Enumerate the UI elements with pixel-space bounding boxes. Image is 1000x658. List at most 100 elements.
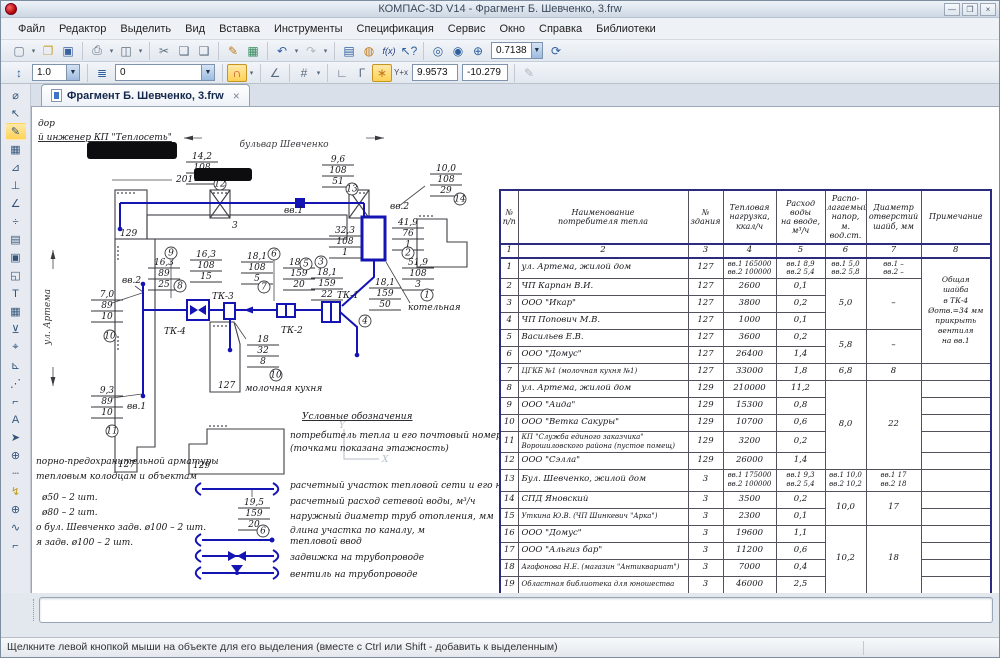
table-cell: 11	[500, 431, 518, 452]
redo-icon[interactable]: ↷	[301, 42, 321, 60]
zoom-in-icon[interactable]: ⊕	[468, 42, 488, 60]
title-bar[interactable]: КОМПАС-3D V14 - Фрагмент Б. Шевченко, 3.…	[1, 1, 999, 18]
layers-icon[interactable]: ≣	[92, 64, 112, 82]
menu-item-3[interactable]: Вид	[178, 21, 212, 37]
resize-doc-icon[interactable]: ↕	[9, 64, 29, 82]
coord-x-field[interactable]: 9.9573	[412, 64, 458, 81]
open-icon[interactable]: ❐	[38, 42, 58, 60]
dropdown-arrow-icon[interactable]: ▾	[314, 69, 323, 77]
tab-close-icon[interactable]: ×	[233, 89, 240, 103]
text-arrow-icon[interactable]: ➤	[6, 429, 26, 446]
ratio-tool-icon[interactable]: ÷	[6, 213, 26, 230]
leader-tool-icon[interactable]: ⋰	[6, 375, 26, 392]
perpendicular-tool-icon[interactable]: ⊥	[6, 177, 26, 194]
perpendicular-icon[interactable]: ∠	[265, 64, 285, 82]
menu-item-5[interactable]: Инструменты	[267, 21, 350, 37]
menu-item-0[interactable]: Файл	[11, 21, 52, 37]
snap-magnet-icon[interactable]: ∩	[227, 64, 247, 82]
dropdown-arrow-icon[interactable]: ▾	[136, 47, 145, 55]
minimize-button[interactable]: —	[944, 3, 960, 16]
datum-tool-icon[interactable]: ⊻	[6, 321, 26, 338]
variables-window-icon[interactable]: ▤	[339, 42, 359, 60]
undo-icon[interactable]: ↶	[272, 42, 292, 60]
quick-pen-icon[interactable]: ✎	[519, 64, 539, 82]
current-layer-combo[interactable]: 0▼	[115, 64, 215, 81]
close-button[interactable]: ×	[980, 3, 996, 16]
save-fragment-icon[interactable]: ▣	[6, 249, 26, 266]
doc-settings-icon[interactable]: ◱	[6, 267, 26, 284]
corner-tool-icon[interactable]: ⌐	[6, 537, 26, 554]
paste-icon[interactable]: ❑	[194, 42, 214, 60]
center-tool-icon[interactable]: ⊕	[6, 501, 26, 518]
sheet-tool-icon[interactable]: ▤	[6, 231, 26, 248]
cut-icon[interactable]: ✂	[154, 42, 174, 60]
zoom-area-icon[interactable]: ◎	[428, 42, 448, 60]
diameter-tool-icon[interactable]: ⌀	[6, 87, 26, 104]
local-csys-icon[interactable]: ∟	[332, 64, 352, 82]
table-cell: Васильев Е.В.	[518, 329, 688, 346]
restore-button[interactable]: ❐	[962, 3, 978, 16]
angle-dimension-icon[interactable]: ⊾	[6, 357, 26, 374]
document-tab[interactable]: Фрагмент Б. Шевченко, 3.frw ×	[41, 84, 250, 106]
menu-item-6[interactable]: Спецификация	[350, 21, 441, 37]
copy-icon[interactable]: ❏	[174, 42, 194, 60]
storey-dot	[431, 215, 433, 217]
dash-style-icon[interactable]: ┄	[6, 465, 26, 482]
angle-tool-icon[interactable]: ∠	[6, 195, 26, 212]
dropdown-arrow-icon[interactable]: ▾	[247, 69, 256, 77]
base-point-icon[interactable]: ⌖	[6, 339, 26, 356]
menu-item-9[interactable]: Справка	[532, 21, 589, 37]
round-coords-icon[interactable]: ∗	[372, 64, 392, 82]
area-tool-icon[interactable]: ⌐	[6, 393, 26, 410]
table-header-cell: Наименование потребителя тепла	[518, 190, 688, 244]
print-icon[interactable]: ⎙	[87, 42, 107, 60]
menu-item-8[interactable]: Окно	[492, 21, 532, 37]
ortho-drawing-icon[interactable]: Г	[352, 64, 372, 82]
fx-icon[interactable]: f(x)	[379, 42, 399, 60]
pointer-tool-icon[interactable]: ↖	[6, 105, 26, 122]
construction-tool-icon[interactable]: ⊿	[6, 159, 26, 176]
menu-item-4[interactable]: Вставка	[212, 21, 267, 37]
rotate-tool-icon[interactable]: ⊕	[6, 447, 26, 464]
toolbar-separator	[149, 42, 150, 60]
highlight-tool-icon[interactable]: ✎	[6, 123, 26, 140]
dropdown-arrow-icon[interactable]: ▾	[107, 47, 116, 55]
dropdown-arrow-icon[interactable]: ▾	[292, 47, 301, 55]
menu-item-7[interactable]: Сервис	[441, 21, 493, 37]
coord-y-field[interactable]: -10.279	[462, 64, 508, 81]
refresh-view-icon[interactable]: ⟳	[546, 42, 566, 60]
property-bar-grip[interactable]	[33, 599, 36, 621]
table-tool-icon[interactable]: ▦	[6, 303, 26, 320]
dropdown-arrow-icon[interactable]: ▾	[29, 47, 38, 55]
zoom-window-icon[interactable]: ◉	[448, 42, 468, 60]
drawing-area[interactable]: 14,2108118129,6108511310,0108291416,3892…	[31, 106, 1000, 593]
text-down-icon[interactable]: A	[6, 411, 26, 428]
line-scale-combo[interactable]: 1.0▼	[32, 64, 80, 81]
menu-item-2[interactable]: Выделить	[113, 21, 178, 37]
combo-dropdown-icon[interactable]: ▼	[531, 43, 542, 58]
table-cell: ул. Артема, жилой дом	[518, 258, 688, 278]
library-manager-icon[interactable]: ◍	[359, 42, 379, 60]
combo-dropdown-icon[interactable]: ▼	[66, 65, 79, 80]
pipe-data-value: 108	[329, 166, 346, 176]
menu-item-1[interactable]: Редактор	[52, 21, 113, 37]
text-tool-icon[interactable]: Т	[6, 285, 26, 302]
table-cell: ул. Артема, жилой дом	[518, 380, 688, 397]
grid-icon[interactable]: #	[294, 64, 314, 82]
combo-dropdown-icon[interactable]: ▼	[201, 65, 214, 80]
table-cell: вв.1 9,3 вв.2 5,4	[776, 469, 825, 491]
grid-snap-icon[interactable]: ▦	[6, 141, 26, 158]
copy-properties-icon[interactable]: ✎	[223, 42, 243, 60]
zoom-scale-combo[interactable]: 0.7138▼	[491, 42, 543, 59]
print-preview-icon[interactable]: ◫	[116, 42, 136, 60]
curve-tool-icon[interactable]: ∿	[6, 519, 26, 536]
spreadsheet-icon[interactable]: ▦	[243, 42, 263, 60]
lightning-tool-icon[interactable]: ↯	[6, 483, 26, 500]
new-document-icon[interactable]: ▢	[9, 42, 29, 60]
context-help-icon[interactable]: ↖?	[399, 42, 419, 60]
menu-item-10[interactable]: Библиотеки	[589, 21, 663, 37]
save-icon[interactable]: ▣	[58, 42, 78, 60]
dropdown-arrow-icon[interactable]: ▾	[321, 47, 330, 55]
storey-dot	[221, 425, 223, 427]
property-bar-input[interactable]	[39, 597, 993, 623]
